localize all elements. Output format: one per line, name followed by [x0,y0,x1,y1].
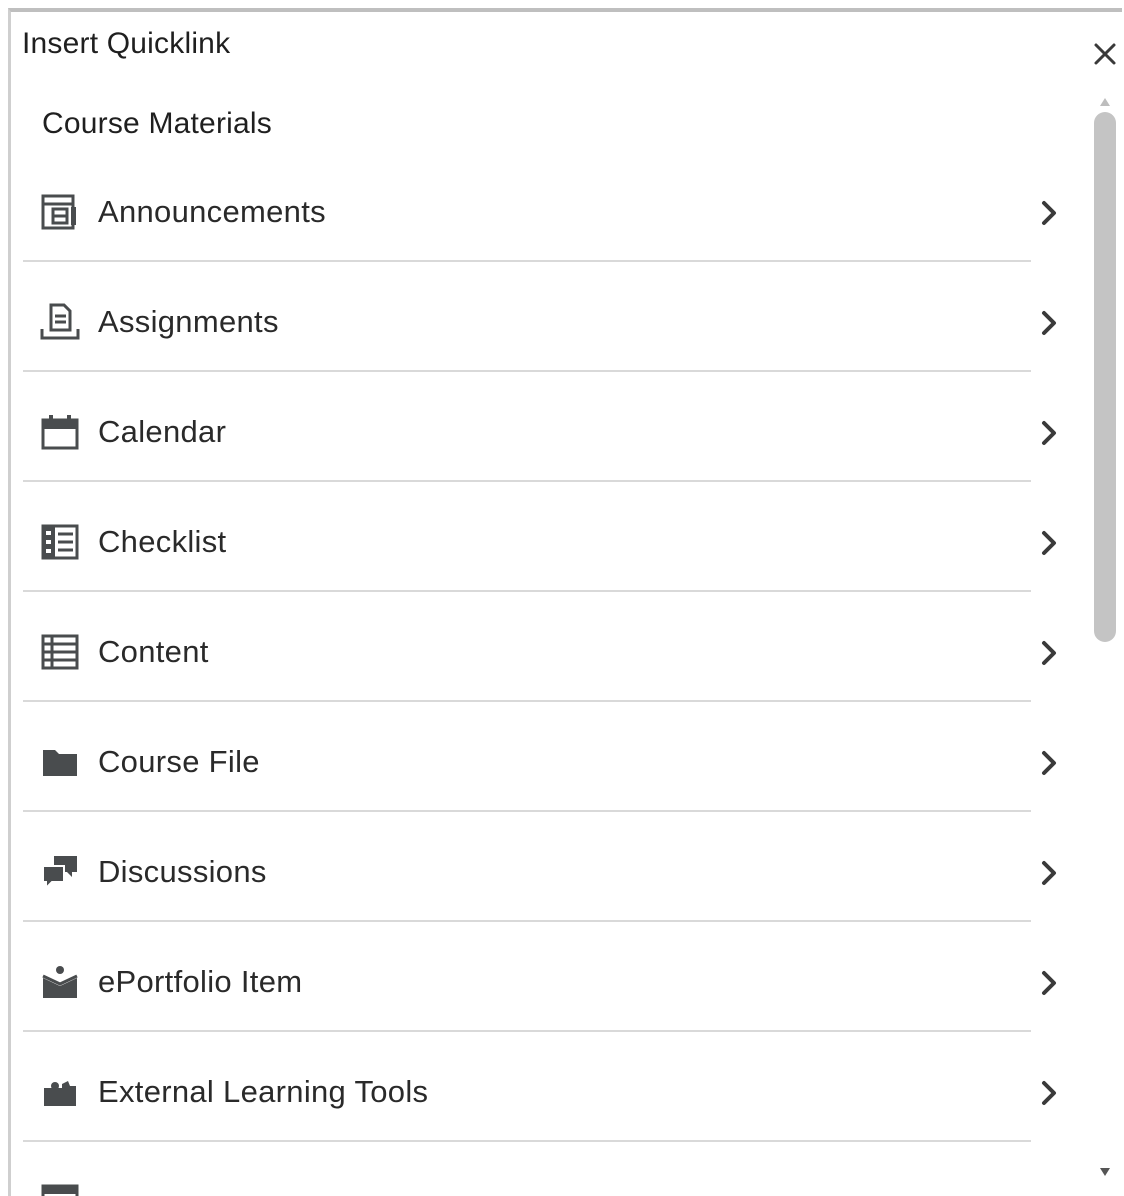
form-icon [40,1182,80,1196]
folder-icon [40,742,80,782]
list-item-external-learning-tools[interactable]: External Learning Tools [11,1032,1086,1142]
close-icon [1094,43,1116,65]
list-item-label: ePortfolio Item [98,964,303,999]
quicklink-type-list: Announcements Assignments Calendar Check… [11,152,1086,1196]
list-item-label: Assignments [98,304,279,339]
chevron-right-icon [1036,858,1062,888]
chevron-right-icon [1036,528,1062,558]
quicklink-scroll-area[interactable]: Course Materials Announcements Assignmen… [11,92,1086,1196]
vertical-scrollbar[interactable] [1089,92,1121,1192]
list-item-label: Discussions [98,854,267,889]
list-item-assignments[interactable]: Assignments [11,262,1086,372]
close-button[interactable] [1089,38,1121,70]
list-item-label: Content [98,634,209,669]
content-icon [40,632,80,672]
calendar-icon [40,412,80,452]
list-item-announcements[interactable]: Announcements [11,152,1086,262]
discussions-icon [40,852,80,892]
scrollbar-thumb[interactable] [1094,112,1116,642]
section-heading: Course Materials [42,107,272,140]
list-item-label: Announcements [98,194,326,229]
chevron-right-icon [1036,308,1062,338]
list-item-checklist[interactable]: Checklist [11,482,1086,592]
list-item-course-file[interactable]: Course File [11,702,1086,812]
checklist-icon [40,522,80,562]
puzzle-icon [40,1072,80,1112]
dialog-title: Insert Quicklink [22,27,231,60]
assignments-icon [40,302,80,342]
list-item-label: Course File [98,744,260,779]
list-item-content[interactable]: Content [11,592,1086,702]
list-item-label: Calendar [98,414,227,449]
eportfolio-icon [40,962,80,1002]
chevron-right-icon [1036,638,1062,668]
list-item-calendar[interactable]: Calendar [11,372,1086,482]
chevron-right-icon [1036,418,1062,448]
list-item-partial[interactable] [11,1142,1086,1196]
chevron-right-icon [1036,198,1062,228]
scroll-up-arrow-icon[interactable] [1099,94,1111,106]
chevron-right-icon [1036,968,1062,998]
chevron-right-icon [1036,748,1062,778]
list-item-label: External Learning Tools [98,1074,429,1109]
announcements-icon [40,192,80,232]
insert-quicklink-dialog: Insert Quicklink Course Materials Announ… [8,8,1122,1196]
list-item-eportfolio[interactable]: ePortfolio Item [11,922,1086,1032]
scroll-down-arrow-icon[interactable] [1099,1164,1111,1176]
list-item-discussions[interactable]: Discussions [11,812,1086,922]
chevron-right-icon [1036,1078,1062,1108]
list-item-label: Checklist [98,524,227,559]
